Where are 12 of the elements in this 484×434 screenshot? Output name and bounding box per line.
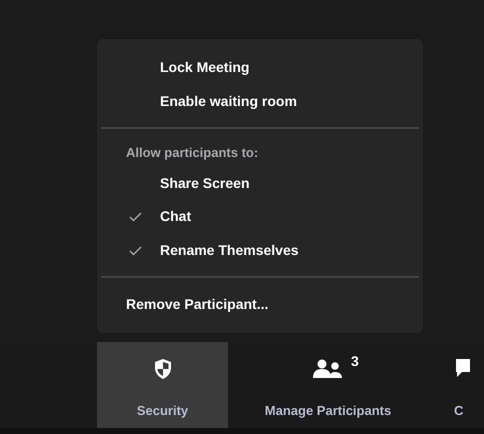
menu-item[interactable]: Remove Participant... bbox=[126, 294, 268, 315]
shield-icon bbox=[152, 358, 172, 380]
toolbar-button[interactable]: Security bbox=[97, 342, 228, 428]
menu-section-header: Allow participants to: bbox=[126, 144, 258, 162]
menu-item[interactable]: Lock Meeting bbox=[160, 57, 250, 78]
menu-item[interactable]: Enable waiting room bbox=[160, 91, 297, 112]
participant-count: 3 bbox=[351, 352, 359, 371]
menu-item[interactable]: Chat bbox=[160, 206, 192, 228]
menu-item[interactable]: Rename Themselves bbox=[160, 240, 299, 262]
speech-bubble-icon bbox=[454, 358, 472, 380]
people-icon bbox=[313, 359, 343, 379]
menu-item[interactable]: Share Screen bbox=[160, 172, 250, 194]
